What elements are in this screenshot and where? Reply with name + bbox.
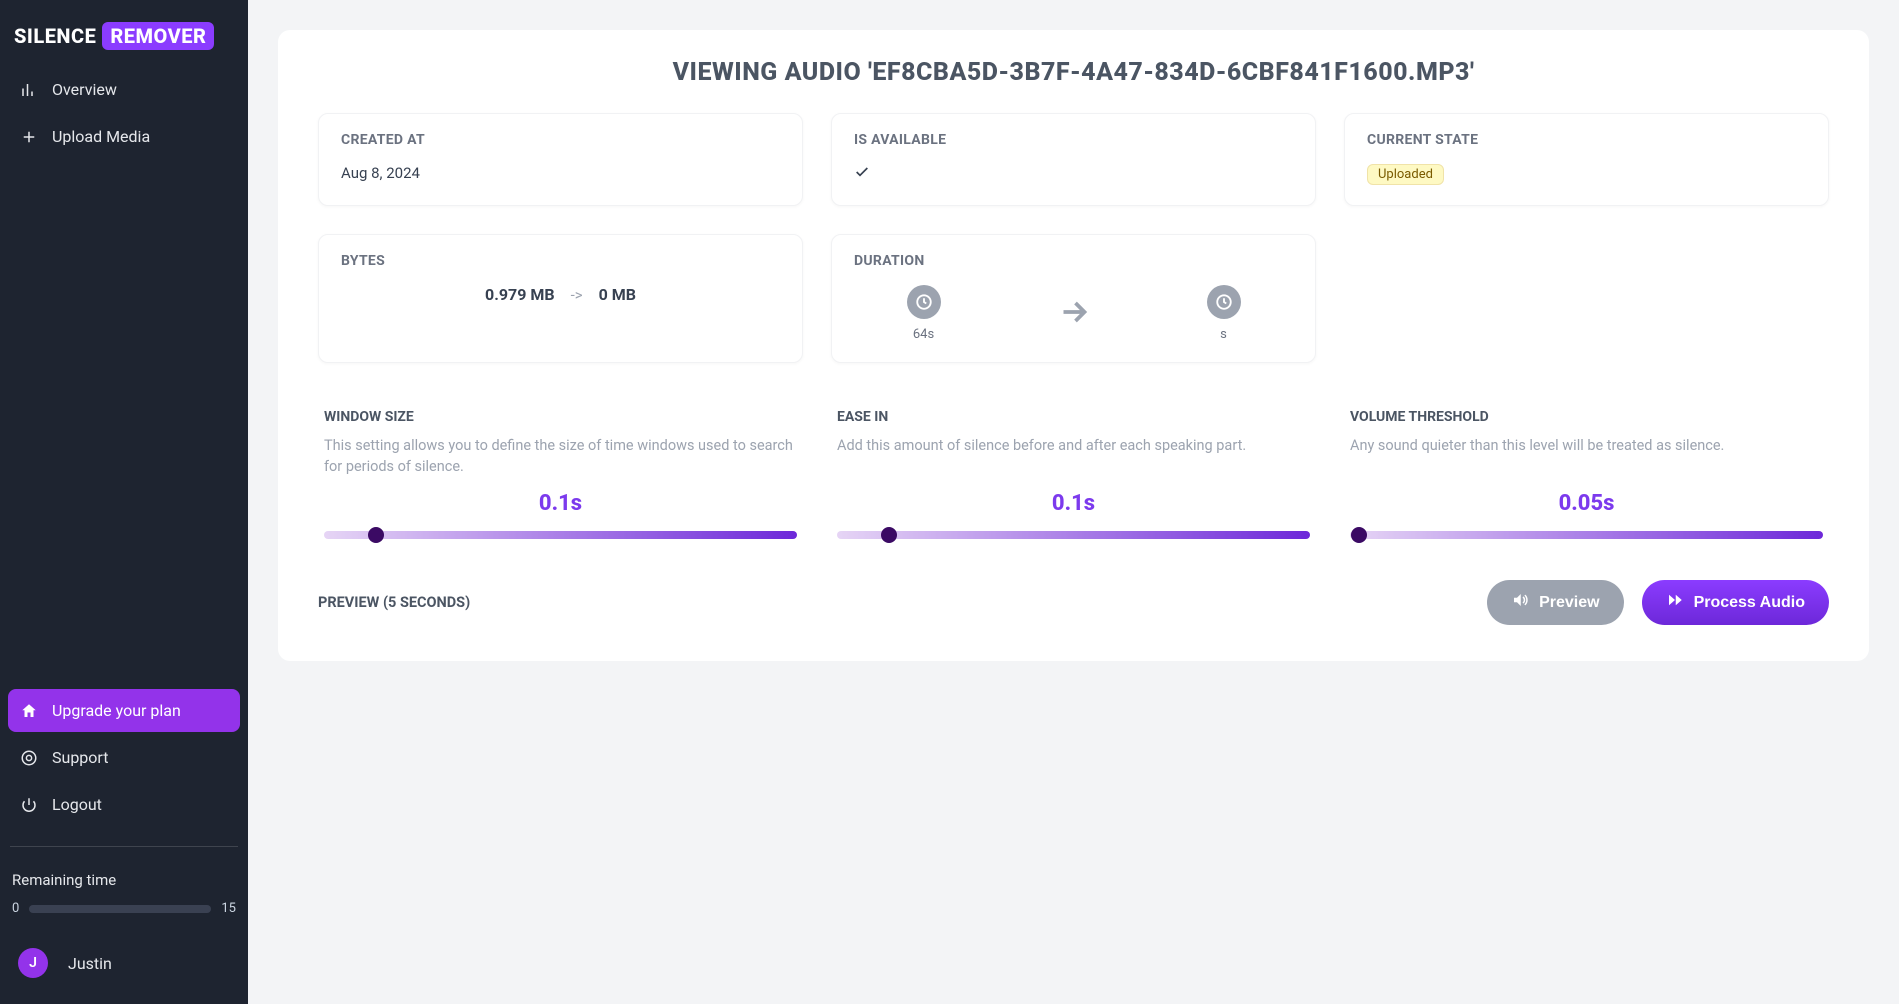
setting-title: EASE IN: [837, 409, 1310, 425]
slider-thumb[interactable]: [1351, 527, 1367, 543]
remaining-time-bar: 0 15: [8, 893, 240, 916]
info-row-2: BYTES 0.979 MB -> 0 MB DURATION 64s: [318, 234, 1829, 363]
slider-ease-in[interactable]: [837, 528, 1310, 542]
bytes-after: 0 MB: [599, 285, 636, 304]
setting-title: VOLUME THRESHOLD: [1350, 409, 1823, 425]
sidebar-item-logout[interactable]: Logout: [8, 783, 240, 826]
setting-desc: Any sound quieter than this level will b…: [1350, 435, 1823, 477]
duration-before-col: 64s: [907, 285, 941, 342]
panel-label: IS AVAILABLE: [854, 132, 1293, 148]
panel-created-at: CREATED AT Aug 8, 2024: [318, 113, 803, 206]
plus-icon: [20, 128, 38, 146]
button-label: Process Audio: [1694, 594, 1805, 612]
slider-track: [837, 531, 1310, 539]
button-label: Preview: [1539, 594, 1599, 612]
arrow-right-icon: [1056, 294, 1092, 334]
user-row[interactable]: J Justin: [8, 920, 240, 990]
empty-cell: [1344, 234, 1829, 363]
slider-window-size[interactable]: [324, 528, 797, 542]
content-card: VIEWING AUDIO 'EF8CBA5D-3B7F-4A47-834D-6…: [278, 30, 1869, 661]
sidebar-item-label: Support: [52, 748, 108, 767]
sidebar-item-support[interactable]: Support: [8, 736, 240, 779]
remaining-time-label: Remaining time: [8, 867, 240, 889]
duration-before: 64s: [913, 327, 934, 342]
main: VIEWING AUDIO 'EF8CBA5D-3B7F-4A47-834D-6…: [248, 0, 1899, 1004]
is-available-value: [854, 164, 1293, 184]
info-row-1: CREATED AT Aug 8, 2024 IS AVAILABLE CURR…: [318, 113, 1829, 206]
sidebar-item-upload[interactable]: Upload Media: [8, 115, 240, 158]
sidebar-item-label: Overview: [52, 80, 117, 99]
logo-second-word: REMOVER: [102, 22, 214, 50]
preview-button[interactable]: Preview: [1487, 580, 1623, 625]
chart-icon: [20, 81, 38, 99]
setting-volume-threshold: VOLUME THRESHOLD Any sound quieter than …: [1344, 409, 1829, 542]
volume-icon: [1511, 591, 1529, 614]
slider-volume-threshold[interactable]: [1350, 528, 1823, 542]
panel-duration: DURATION 64s s: [831, 234, 1316, 363]
sidebar-item-label: Logout: [52, 795, 102, 814]
setting-value: 0.1s: [837, 491, 1310, 516]
slider-track: [324, 531, 797, 539]
panel-label: CURRENT STATE: [1367, 132, 1806, 148]
footer-row: PREVIEW (5 SECONDS) Preview Process Audi…: [318, 580, 1829, 625]
slider-thumb[interactable]: [368, 527, 384, 543]
setting-ease-in: EASE IN Add this amount of silence befor…: [831, 409, 1316, 542]
duration-after: s: [1220, 327, 1227, 342]
created-at-value: Aug 8, 2024: [341, 164, 780, 182]
panel-label: DURATION: [854, 253, 1293, 269]
clock-icon: [907, 285, 941, 319]
process-audio-button[interactable]: Process Audio: [1642, 580, 1829, 625]
setting-value: 0.1s: [324, 491, 797, 516]
setting-window-size: WINDOW SIZE This setting allows you to d…: [318, 409, 803, 542]
arrow-text: ->: [571, 286, 583, 304]
panel-label: BYTES: [341, 253, 780, 269]
remaining-min: 0: [12, 901, 19, 916]
panel-bytes: BYTES 0.979 MB -> 0 MB: [318, 234, 803, 363]
logo-first-word: SILENCE: [14, 24, 96, 48]
panel-is-available: IS AVAILABLE: [831, 113, 1316, 206]
home-icon: [20, 702, 38, 720]
bytes-row: 0.979 MB -> 0 MB: [341, 285, 780, 304]
user-name: Justin: [68, 954, 112, 973]
app-logo: SILENCE REMOVER: [8, 14, 240, 68]
sidebar-item-overview[interactable]: Overview: [8, 68, 240, 111]
duration-row: 64s s: [854, 285, 1293, 342]
avatar: J: [18, 948, 48, 978]
progress-track: [29, 905, 211, 913]
status-badge: Uploaded: [1367, 164, 1444, 185]
check-icon: [854, 165, 870, 184]
sidebar-item-label: Upload Media: [52, 127, 150, 146]
panel-label: CREATED AT: [341, 132, 780, 148]
setting-title: WINDOW SIZE: [324, 409, 797, 425]
duration-after-col: s: [1207, 285, 1241, 342]
slider-track: [1350, 531, 1823, 539]
nav-bottom: Upgrade your plan Support Logout Remaini…: [8, 689, 240, 990]
fast-forward-icon: [1666, 591, 1684, 614]
setting-desc: This setting allows you to define the si…: [324, 435, 797, 477]
state-value-wrap: Uploaded: [1367, 164, 1806, 185]
button-row: Preview Process Audio: [1487, 580, 1829, 625]
lifebuoy-icon: [20, 749, 38, 767]
settings-section: WINDOW SIZE This setting allows you to d…: [318, 409, 1829, 542]
bytes-before: 0.979 MB: [485, 285, 555, 304]
clock-icon: [1207, 285, 1241, 319]
page-title: VIEWING AUDIO 'EF8CBA5D-3B7F-4A47-834D-6…: [318, 58, 1829, 87]
nav-top: Overview Upload Media: [8, 68, 240, 158]
panel-current-state: CURRENT STATE Uploaded: [1344, 113, 1829, 206]
slider-thumb[interactable]: [881, 527, 897, 543]
remaining-max: 15: [221, 901, 236, 916]
setting-desc: Add this amount of silence before and af…: [837, 435, 1310, 477]
setting-value: 0.05s: [1350, 491, 1823, 516]
power-icon: [20, 796, 38, 814]
sidebar-item-label: Upgrade your plan: [52, 701, 181, 720]
preview-label: PREVIEW (5 SECONDS): [318, 594, 470, 611]
sidebar-item-upgrade[interactable]: Upgrade your plan: [8, 689, 240, 732]
divider: [10, 846, 238, 847]
sidebar: SILENCE REMOVER Overview Upload Media Up…: [0, 0, 248, 1004]
